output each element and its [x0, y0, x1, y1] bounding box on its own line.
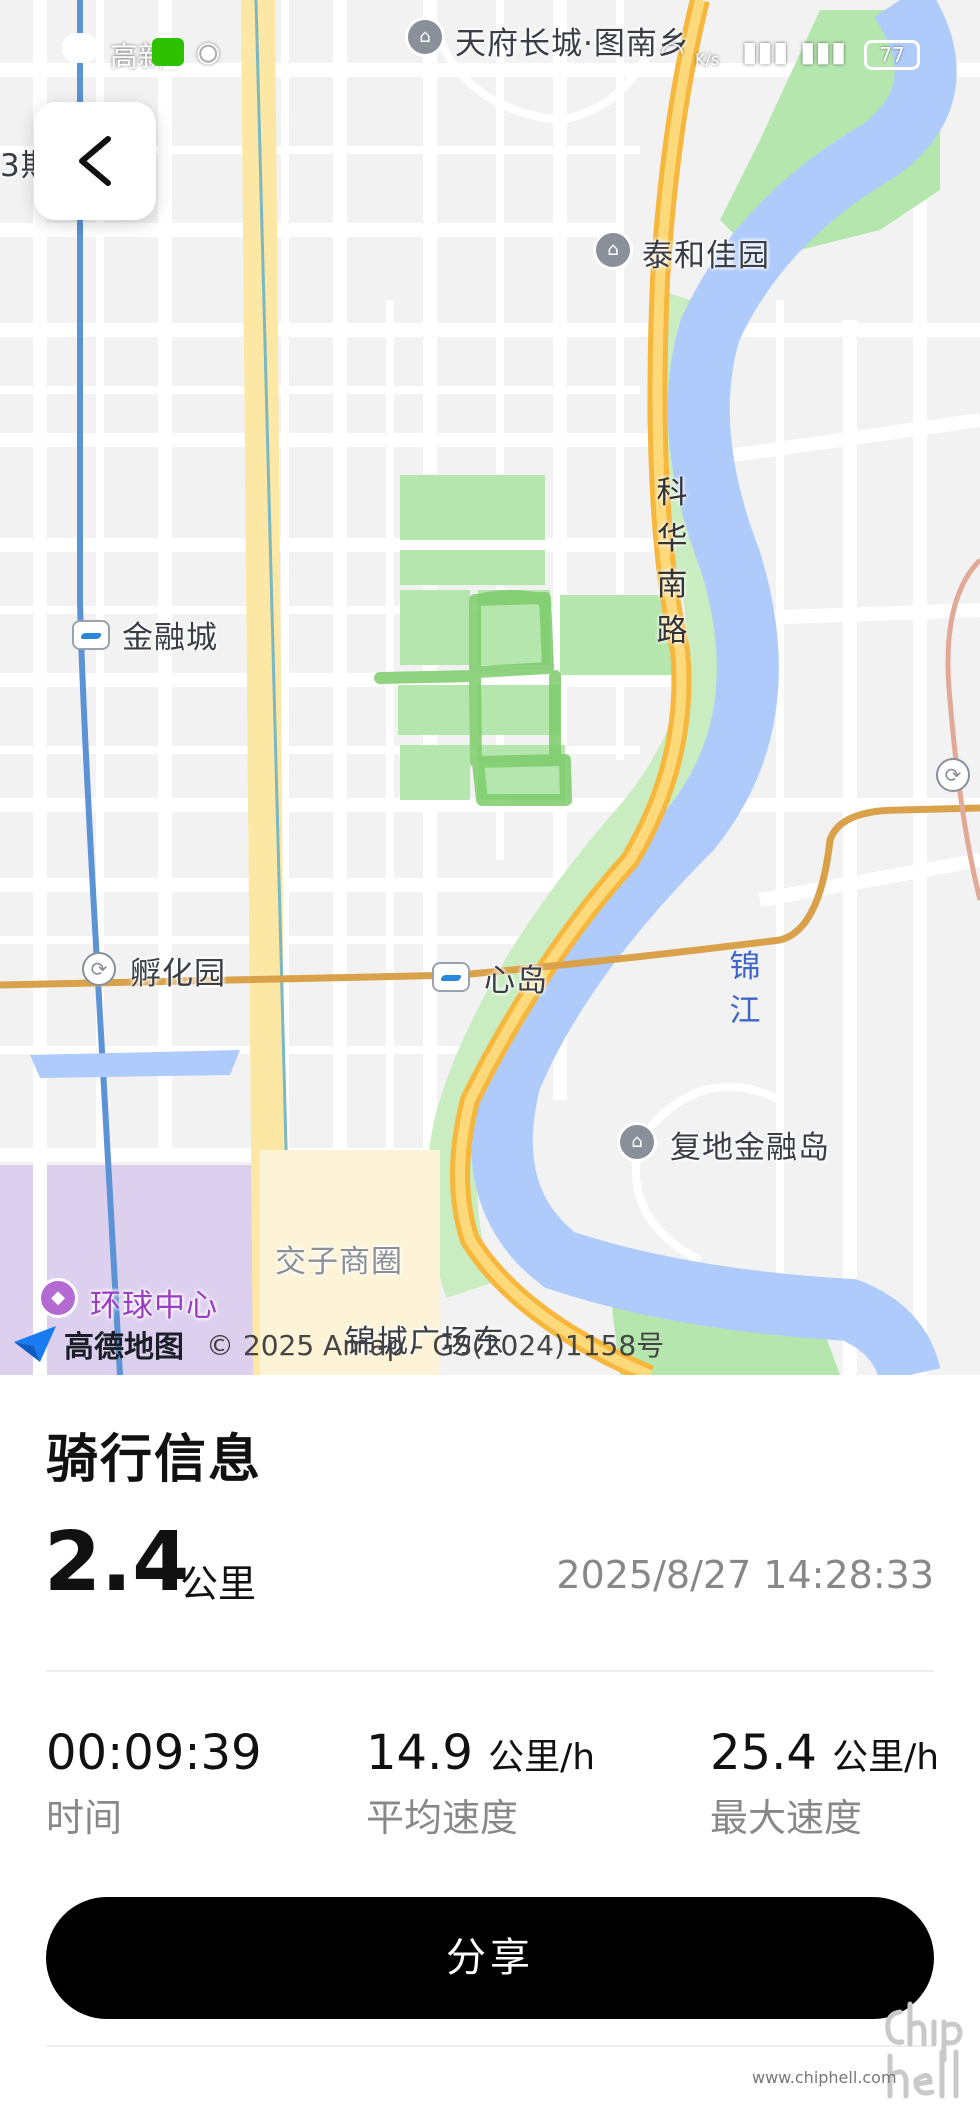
- map-label-fudi[interactable]: 复地金融岛: [670, 1122, 830, 1167]
- ride-datetime: 2025/8/27 14:28:33: [556, 1553, 934, 1597]
- poi-icon[interactable]: ⌂: [617, 1122, 657, 1162]
- wifi-icon: ◠: [660, 35, 685, 68]
- road-label-kehua: 科 华 南 路: [652, 470, 692, 654]
- river-char: 江: [729, 993, 761, 1029]
- stat-value: 25.4: [710, 1725, 817, 1781]
- map-label-jiaozi[interactable]: 交子商圈: [275, 1236, 403, 1281]
- river-label-jinjiang: 锦 江: [725, 945, 765, 1033]
- map-copyright: © 2025 Amap - GS(2024)1158号: [206, 1329, 665, 1362]
- rail-station-icon[interactable]: ⟳: [936, 758, 970, 792]
- map-label-taihe[interactable]: 泰和佳园: [642, 230, 770, 275]
- stat-value-row: 00:09:39: [46, 1725, 262, 1781]
- amap-logo-icon: [14, 1326, 56, 1362]
- distance-value: 2.4: [44, 1515, 190, 1610]
- map-label-jinrongcheng[interactable]: 金融城: [122, 612, 218, 657]
- poi-shopping-icon[interactable]: ◆: [38, 1278, 78, 1318]
- map-attribution: 高德地图 © 2025 Amap - GS(2024)1158号: [12, 1322, 664, 1366]
- signal-icon-2: ▮▮▮: [800, 35, 847, 68]
- battery-indicator: 77: [864, 40, 920, 70]
- stat-label: 时间: [46, 1796, 123, 1840]
- stat-unit: 公里/h: [488, 1737, 596, 1778]
- rail-station-icon[interactable]: ⟳: [82, 952, 116, 986]
- stat-value-row: 25.4 公里/h: [710, 1725, 939, 1781]
- back-button[interactable]: [34, 102, 156, 220]
- metro-station-icon[interactable]: [432, 962, 470, 992]
- watermark-text: www.chiphell.com: [752, 2068, 897, 2087]
- river-char: 锦: [729, 949, 761, 985]
- map-label-xindao[interactable]: 心岛: [484, 955, 548, 1000]
- stat-max-speed: 25.4 公里/h 最大速度: [710, 1725, 939, 1842]
- share-button[interactable]: 分享: [46, 1897, 934, 2019]
- distance-unit: 公里: [180, 1562, 257, 1606]
- signal-icon: ▮▮▮: [742, 35, 789, 68]
- stat-label: 最大速度: [710, 1796, 863, 1840]
- ride-info-panel: 骑行信息 2.4 公里 2025/8/27 14:28:33 00:09:39 …: [0, 1375, 980, 2115]
- road-char: 路: [656, 613, 688, 649]
- stat-value: 14.9: [366, 1725, 473, 1781]
- stat-average-speed: 14.9 公里/h 平均速度: [366, 1725, 595, 1842]
- metro-station-icon[interactable]: [72, 620, 110, 650]
- road-char: 科: [656, 475, 688, 511]
- pond: [30, 1050, 240, 1078]
- stat-value: 00:09:39: [46, 1725, 262, 1781]
- map-label-huanqiu[interactable]: 环球中心: [90, 1280, 218, 1325]
- status-bar: 高新 ◉ ◠ K/s ▮▮▮ ▮▮▮ 77: [0, 0, 980, 110]
- wechat-icon: [152, 38, 184, 66]
- map-view[interactable]: ⌂ 天府长城·图南乡 3期 ⌂ 泰和佳园 金融城 ⟳ 孵化园 心岛 ⟳ ⌂ 复地…: [0, 0, 980, 1375]
- stat-unit: 公里/h: [832, 1737, 940, 1778]
- chevron-left-icon: [79, 136, 111, 186]
- amap-logo-text: 高德地图: [64, 1330, 184, 1365]
- divider: [46, 1670, 934, 1672]
- stat-duration: 00:09:39 时间: [46, 1725, 262, 1842]
- road-char: 华: [656, 521, 688, 557]
- poi-icon[interactable]: ⌂: [593, 230, 633, 270]
- divider: [46, 2045, 934, 2047]
- app-notification-icon: [62, 33, 98, 63]
- panel-title: 骑行信息: [46, 1430, 263, 1490]
- map-label-fuhuayuan[interactable]: 孵化园: [130, 948, 226, 993]
- eye-icon: ◉: [196, 35, 221, 68]
- road-char: 南: [656, 567, 688, 603]
- stat-label: 平均速度: [366, 1796, 519, 1840]
- net-speed: K/s: [695, 50, 720, 69]
- stat-value-row: 14.9 公里/h: [366, 1725, 595, 1781]
